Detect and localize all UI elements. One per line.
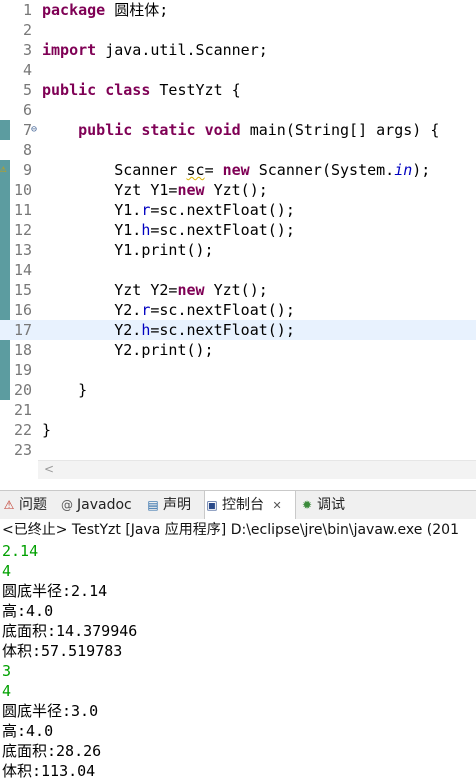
console-output-line: 体积:57.519783 — [2, 642, 123, 660]
code-line[interactable]: 15 Yzt Y2=new Yzt(); — [0, 280, 476, 300]
line-number: 23 — [13, 441, 32, 459]
debug-icon: ✹ — [301, 498, 313, 512]
console-input-line: 4 — [2, 682, 12, 700]
console-status: <已终止> TestYzt [Java 应用程序] D:\eclipse\jre… — [2, 522, 459, 538]
code-text[interactable]: } — [42, 380, 87, 400]
console-output-line: 高:4.0 — [2, 722, 54, 740]
code-text[interactable]: Y2.h=sc.nextFloat(); — [42, 320, 295, 340]
line-number: 13 — [13, 241, 32, 259]
code-text[interactable]: Yzt Y2=new Yzt(); — [42, 280, 268, 300]
fold-toggle-icon[interactable]: ⊖ — [31, 120, 37, 140]
code-line[interactable]: 16 Y2.r=sc.nextFloat(); — [0, 300, 476, 320]
console-input-line: 4 — [2, 562, 12, 580]
code-line[interactable]: 10 Yzt Y1=new Yzt(); — [0, 180, 476, 200]
code-line[interactable]: 20 } — [0, 380, 476, 400]
line-number: 21 — [13, 401, 32, 419]
code-line[interactable]: 18 Y2.print(); — [0, 340, 476, 360]
code-line[interactable]: 12 Y1.h=sc.nextFloat(); — [0, 220, 476, 240]
code-line[interactable]: 17 Y2.h=sc.nextFloat(); — [0, 320, 476, 340]
code-line[interactable]: 19 — [0, 360, 476, 380]
code-line[interactable]: 22} — [0, 420, 476, 440]
line-number: 8 — [22, 141, 32, 159]
line-number: 5 — [22, 81, 32, 99]
code-line[interactable]: 3 import java.util.Scanner; — [0, 40, 476, 60]
tab-debug[interactable]: ✹ 调试 — [300, 491, 360, 519]
close-icon[interactable]: ✕ — [272, 499, 281, 512]
code-line[interactable]: 9 Scanner sc= new Scanner(System.in); ⚠ — [0, 160, 476, 180]
code-line[interactable]: 7 public static void main(String[] args)… — [0, 120, 476, 140]
line-number: 3 — [22, 41, 32, 59]
code-line[interactable]: 14 — [0, 260, 476, 280]
line-number: 18 — [13, 341, 32, 359]
code-line[interactable]: 4 — [0, 60, 476, 80]
code-text[interactable]: Y1.r=sc.nextFloat(); — [42, 200, 295, 220]
javadoc-icon: @ — [61, 498, 73, 512]
problems-icon: ⚠ — [3, 498, 15, 512]
line-number: 20 — [13, 381, 32, 399]
console-output-line: 底面积:14.379946 — [2, 622, 138, 640]
console-output-line: 高:4.0 — [2, 602, 54, 620]
line-number: 1 — [22, 1, 32, 19]
line-number: 6 — [22, 101, 32, 119]
code-line[interactable]: 5 public class TestYzt { — [0, 80, 476, 100]
line-number: 22 — [13, 421, 32, 439]
console-input-line: 2.14 — [2, 542, 39, 560]
line-number: 4 — [22, 61, 32, 79]
horizontal-scrollbar[interactable]: < — [38, 460, 476, 479]
tab-javadoc[interactable]: @ Javadoc — [60, 491, 140, 519]
code-text[interactable]: Y1.h=sc.nextFloat(); — [42, 220, 295, 240]
scroll-left-icon[interactable]: < — [44, 462, 54, 476]
code-text[interactable]: public class TestYzt { — [42, 80, 241, 100]
code-line[interactable]: 8 — [0, 140, 476, 160]
code-line[interactable]: 2 — [0, 20, 476, 40]
declaration-icon: ▤ — [147, 498, 159, 512]
line-number: 11 — [13, 201, 32, 219]
tab-console[interactable]: ▣ 控制台 ✕ — [204, 491, 296, 519]
code-text[interactable]: Y2.print(); — [42, 340, 213, 360]
divider — [0, 480, 476, 490]
code-text[interactable]: Yzt Y1=new Yzt(); — [42, 180, 268, 200]
line-number: 14 — [13, 261, 32, 279]
line-number: 19 — [13, 361, 32, 379]
code-line[interactable]: 11 Y1.r=sc.nextFloat(); — [0, 200, 476, 220]
code-text[interactable]: public static void main(String[] args) { — [42, 120, 439, 140]
code-text[interactable]: package 圆柱体; — [42, 0, 168, 20]
tab-problems[interactable]: ⚠ 问题 — [2, 491, 56, 519]
console-output-line: 圆底半径:2.14 — [2, 582, 108, 600]
line-number: 9 — [22, 161, 32, 179]
tab-declaration[interactable]: ▤ 声明 — [146, 491, 200, 519]
bottom-panel-tabs: ⚠ 问题 @ Javadoc ▤ 声明 ▣ 控制台 ✕ ✹ 调试 — [0, 490, 476, 520]
line-number: 7 — [22, 121, 32, 139]
warning-icon[interactable]: ⚠ — [0, 162, 7, 175]
console-output-line: 底面积:28.26 — [2, 742, 102, 760]
code-text[interactable]: Y2.r=sc.nextFloat(); — [42, 300, 295, 320]
code-editor[interactable]: 1 package 圆柱体; 2 3 import java.util.Scanner;… — [0, 0, 476, 480]
line-number: 16 — [13, 301, 32, 319]
line-number: 2 — [22, 21, 32, 39]
line-number: 10 — [13, 181, 32, 199]
console-view[interactable]: <已终止> TestYzt [Java 应用程序] D:\eclipse\jre… — [0, 519, 476, 780]
code-line[interactable]: 23 — [0, 440, 476, 460]
code-text[interactable]: Scanner sc= new Scanner(System.in); — [42, 160, 430, 180]
code-line[interactable]: 6 — [0, 100, 476, 120]
console-icon: ▣ — [206, 498, 218, 512]
code-line[interactable]: 13 Y1.print(); — [0, 240, 476, 260]
line-number: 15 — [13, 281, 32, 299]
code-line[interactable]: 1 package 圆柱体; — [0, 0, 476, 20]
console-input-line: 3 — [2, 662, 12, 680]
code-text[interactable]: Y1.print(); — [42, 240, 213, 260]
console-output-line: 圆底半径:3.0 — [2, 702, 99, 720]
code-line[interactable]: 21 — [0, 400, 476, 420]
code-text[interactable]: } — [42, 420, 51, 440]
code-text[interactable]: import java.util.Scanner; — [42, 40, 268, 60]
line-number: 17 — [13, 321, 32, 339]
line-number: 12 — [13, 221, 32, 239]
console-output-line: 体积:113.04 — [2, 762, 96, 780]
